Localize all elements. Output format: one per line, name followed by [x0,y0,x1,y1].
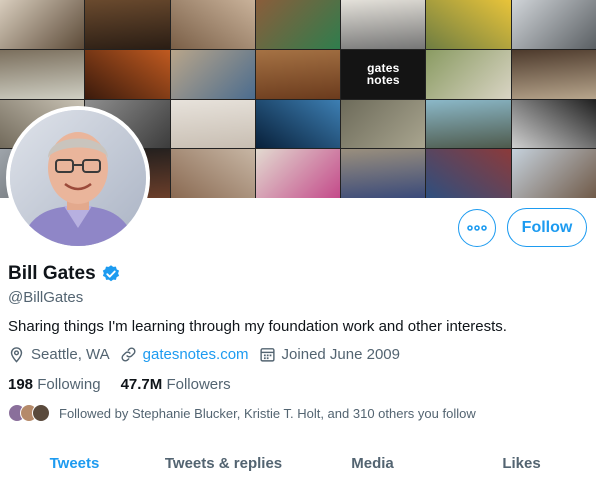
user-handle: @BillGates [8,289,84,306]
mutual-follower-avatars [8,404,52,422]
profile-name-row: Bill Gates [8,263,121,285]
tab-likes[interactable]: Likes [447,444,596,486]
banner-photo-tile [511,49,596,99]
followers-stat[interactable]: 47.7M Followers [121,376,231,393]
following-label: Following [37,376,101,393]
follow-button[interactable]: Follow [507,208,587,247]
banner-photo-tile [170,149,255,198]
banner-photo-tile [426,49,511,99]
tab-media[interactable]: Media [298,444,447,486]
gates-notes-logo: gates notes [366,61,400,88]
banner-photo-tile [255,49,341,99]
profile-tabs: Tweets Tweets & replies Media Likes [0,444,596,486]
banner-photo-tile [426,0,511,49]
banner-photo-tile [511,149,596,198]
avatar-photo [10,110,146,246]
joined-item: Joined June 2009 [259,346,400,363]
link-icon [121,347,136,362]
banner-photo-tile [255,99,341,149]
more-options-button[interactable] [458,209,496,247]
banner-photo-tile [0,0,85,49]
banner-photo-tile [85,49,170,99]
location-text: Seattle, WA [31,346,110,363]
banner-photo-tile [0,49,85,99]
banner-photo-tile [426,149,511,198]
banner-photo-tile [85,0,170,49]
joined-text: Joined June 2009 [281,346,400,363]
mutual-avatar [32,404,50,422]
banner-photo-tile [170,99,255,149]
banner-photo-tile [170,49,255,99]
banner-photo-tile [511,99,596,149]
verified-badge-icon [102,265,119,282]
following-count: 198 [8,376,34,393]
ellipsis-icon [467,225,487,231]
banner-photo-tile [511,0,596,49]
banner-photo-tile [255,149,341,198]
followed-by-row[interactable]: Followed by Stephanie Blucker, Kristie T… [8,404,476,422]
location-pin-icon [10,347,23,363]
banner-photo-tile [255,0,341,49]
banner-photo-tile [341,0,426,49]
tab-tweets-replies[interactable]: Tweets & replies [149,444,298,486]
website-link[interactable]: gatesnotes.com [143,346,249,363]
followers-count: 47.7M [120,376,163,393]
followed-by-text: Followed by Stephanie Blucker, Kristie T… [59,405,476,421]
banner-photo-tile [341,149,426,198]
banner-photo-tile [426,99,511,149]
banner-photo-tile [170,0,255,49]
followers-label: Followers [166,376,231,393]
profile-bio: Sharing things I'm learning through my f… [8,318,507,335]
location-item: Seattle, WA [8,346,110,363]
banner-photo-tile [341,99,426,149]
profile-meta: Seattle, WA gatesnotes.com Joined June 2… [8,346,410,363]
avatar[interactable] [6,106,150,250]
calendar-icon [259,348,275,362]
banner-photo-tile: gates notes [341,49,426,99]
following-stat[interactable]: 198 Following [8,376,101,393]
display-name: Bill Gates [8,263,96,284]
website-item[interactable]: gatesnotes.com [120,346,249,363]
tab-tweets[interactable]: Tweets [0,444,149,486]
follow-stats: 198 Following 47.7M Followers [8,376,251,393]
